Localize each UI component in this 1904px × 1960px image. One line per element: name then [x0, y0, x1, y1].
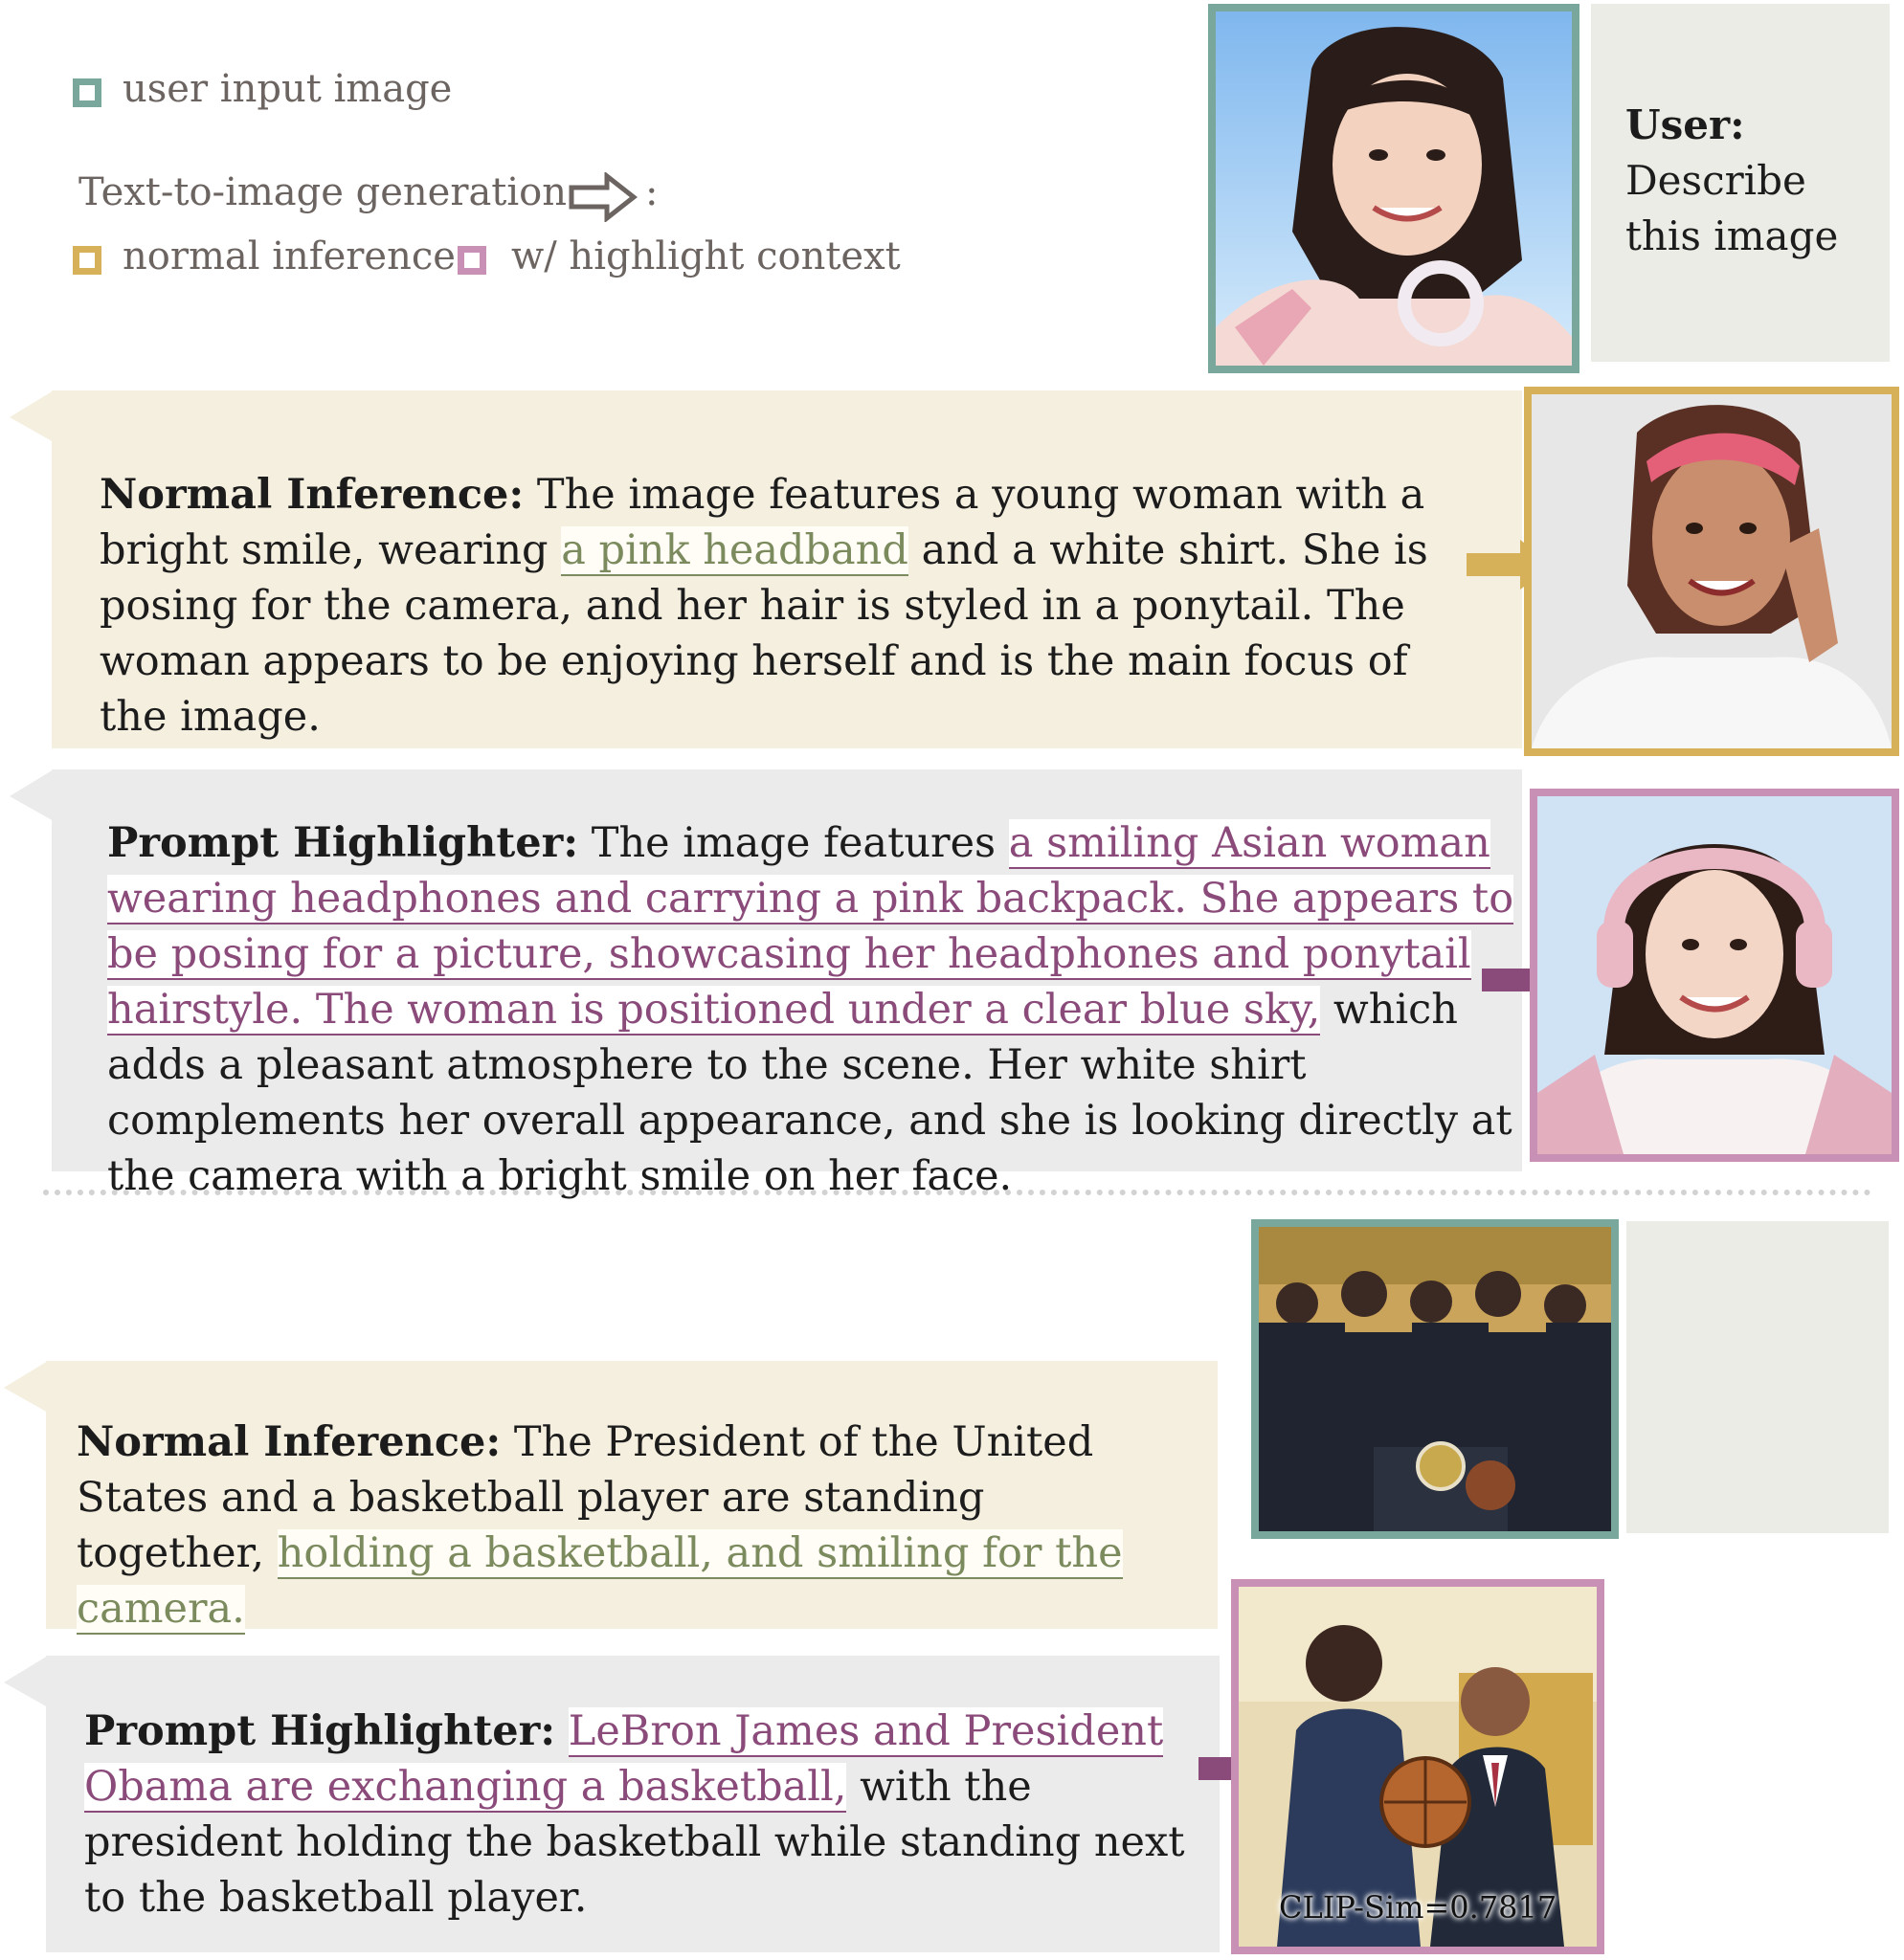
- normal-legend-square: [73, 246, 101, 275]
- t2i-legend-text: Text-to-image generation: [78, 170, 568, 214]
- highlight-text-1: Prompt Highlighter: The image features a…: [107, 819, 1514, 1200]
- t2i-legend-colon: :: [645, 170, 659, 214]
- normal-inference-bubble-2: Normal Inference: The President of the U…: [4, 1361, 1218, 1635]
- section-divider: [43, 1190, 1871, 1195]
- normal-legend-label: normal inference: [123, 234, 456, 278]
- normal-inference-bubble-1: Normal Inference: The image features a y…: [10, 390, 1522, 748]
- hollow-arrow-icon: [569, 172, 638, 222]
- user-prompt-line-1: Describe: [1625, 157, 1806, 204]
- highlight-text-2: Prompt Highlighter: LeBron James and Pre…: [84, 1707, 1185, 1922]
- user-input-legend-square: [73, 78, 101, 107]
- normal-inference-text-2: Normal Inference: The President of the U…: [77, 1418, 1123, 1635]
- woman-photo-highlight-icon: [1537, 796, 1892, 1154]
- woman-photo-input-icon: [1216, 11, 1572, 366]
- user-prompt-line-2: this image: [1625, 212, 1839, 259]
- bubble-tail: [10, 769, 54, 821]
- user-input-image-2: [1251, 1219, 1619, 1539]
- user-prompt-box-1: User: Describe this image: [1591, 4, 1890, 362]
- user-prompt-box-2: [1626, 1221, 1889, 1533]
- user-label: User:: [1625, 101, 1745, 148]
- bubble-tail: [4, 1656, 48, 1707]
- highlight-generated-image-1: [1530, 789, 1899, 1162]
- highlight-bubble-1: Prompt Highlighter: The image features a…: [10, 769, 1522, 1200]
- white-house-photo-input-icon: [1259, 1227, 1611, 1531]
- user-input-image-1: [1208, 4, 1579, 373]
- highlight-legend-label: w/ highlight context: [511, 234, 901, 278]
- t2i-legend-label: Text-to-image generation: [78, 170, 567, 214]
- bubble-tail: [10, 390, 54, 442]
- user-input-legend-label: user input image: [123, 67, 453, 111]
- normal-inference-text-1: Normal Inference: The image features a y…: [100, 471, 1428, 741]
- highlight-legend-square: [458, 246, 486, 275]
- woman-photo-normal-icon: [1532, 394, 1892, 748]
- clip-sim-label: CLIP-Sim=0.7817: [1279, 1889, 1557, 1926]
- bubble-tail: [4, 1361, 48, 1413]
- normal-generated-image-1: [1524, 387, 1899, 756]
- highlight-bubble-2: Prompt Highlighter: LeBron James and Pre…: [4, 1656, 1220, 1952]
- highlight-generated-image-2: CLIP-Sim=0.7817: [1231, 1579, 1604, 1954]
